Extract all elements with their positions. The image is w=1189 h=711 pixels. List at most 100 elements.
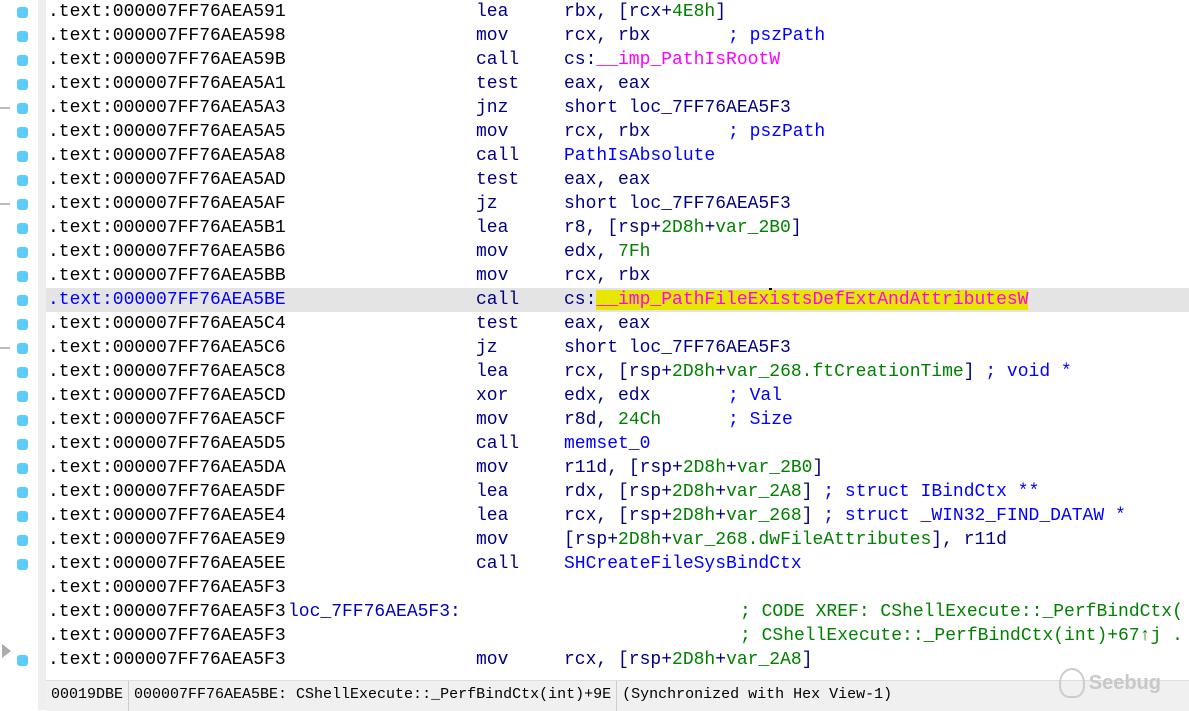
address: .text:000007FF76AEA5F3 — [48, 650, 286, 670]
flow-line — [0, 203, 10, 205]
mnemonic: lea — [476, 2, 509, 22]
listing-line[interactable]: .text:000007FF76AEA5D5 call memset_0 — [46, 432, 1189, 456]
operand-part[interactable]: __imp_PathFileEx — [596, 290, 770, 310]
breakpoint-dot-icon[interactable] — [17, 439, 28, 450]
disassembly-listing[interactable]: .text:000007FF76AEA591 lea rbx, [rcx+4E8h]… — [46, 0, 1189, 680]
listing-line[interactable]: .text:000007FF76AEA5A1 test eax, eax — [46, 72, 1189, 96]
address: .text:000007FF76AEA5E9 — [48, 530, 286, 550]
breakpoint-dot-icon[interactable] — [17, 391, 28, 402]
operand-part: ] — [963, 362, 975, 382]
address: .text:000007FF76AEA5BB — [48, 266, 286, 286]
operands: r8, [rsp+2D8h+var_2B0] — [564, 216, 802, 240]
mnemonic: mov — [476, 530, 509, 550]
listing-line[interactable]: .text:000007FF76AEA5C6 jz short loc_7FF76A… — [46, 336, 1189, 360]
mnemonic: mov — [476, 650, 509, 670]
listing-line[interactable]: .text:000007FF76AEA5F3 ; CShellExecute::_… — [46, 624, 1189, 648]
listing-line[interactable]: .text:000007FF76AEA5A3 jnz short loc_7FF76… — [46, 96, 1189, 120]
listing-line[interactable]: .text:000007FF76AEA598 mov rcx, rbx ; pszPa… — [46, 24, 1189, 48]
operand-part[interactable]: __imp_PathIsRootW — [596, 50, 780, 70]
listing-line[interactable]: .text:000007FF76AEA5E9 mov [rsp+2D8h+var_2… — [46, 528, 1189, 552]
operand-part: + — [726, 458, 737, 478]
breakpoint-dot-icon[interactable] — [17, 223, 28, 234]
mnemonic: call — [476, 290, 520, 310]
breakpoint-dot-icon[interactable] — [17, 295, 28, 306]
listing-line[interactable]: .text:000007FF76AEA5C4 test eax, eax — [46, 312, 1189, 336]
mnemonic: test — [476, 170, 520, 190]
operands: eax, eax — [564, 312, 650, 336]
address: .text:000007FF76AEA5DF — [48, 482, 286, 502]
breakpoint-dot-icon[interactable] — [17, 151, 28, 162]
breakpoint-dot-icon[interactable] — [17, 463, 28, 474]
breakpoint-dot-icon[interactable] — [17, 415, 28, 426]
listing-line[interactable]: .text:000007FF76AEA5AF jz short loc_7FF76A… — [46, 192, 1189, 216]
operand-part: rcx, rbx — [564, 26, 651, 46]
listing-line[interactable]: .text:000007FF76AEA5EE call SHCreateFileSy… — [46, 552, 1189, 576]
address: .text:000007FF76AEA5A3 — [48, 98, 286, 118]
listing-line[interactable]: .text:000007FF76AEA5CD xor edx, edx ; Val — [46, 384, 1189, 408]
breakpoint-dot-icon[interactable] — [17, 487, 28, 498]
comment: ; pszPath — [728, 26, 826, 46]
operands: rcx, rbx — [564, 264, 650, 288]
listing-line[interactable]: .text:000007FF76AEA5BB mov rcx, rbx — [46, 264, 1189, 288]
operand-part[interactable]: ; void * — [975, 362, 1071, 382]
listing-line[interactable]: .text:000007FF76AEA5F3 mov rcx, [rsp+2D8h+… — [46, 648, 1189, 672]
operand-part[interactable]: memset_0 — [564, 434, 650, 454]
operand-part[interactable]: PathIsAbsolute — [564, 146, 715, 166]
listing-line[interactable]: .text:000007FF76AEA591 lea rbx, [rcx+4E8h] — [46, 0, 1189, 24]
listing-line[interactable]: .text:000007FF76AEA5B6 mov edx, 7Fh — [46, 240, 1189, 264]
listing-line[interactable]: .text:000007FF76AEA5A5 mov rcx, rbx ; pszPa… — [46, 120, 1189, 144]
listing-line[interactable]: .text:000007FF76AEA5BE call cs:__imp_PathF… — [46, 288, 1189, 312]
operands: memset_0 — [564, 432, 650, 456]
operand-part: eax, eax — [564, 74, 651, 94]
operands: SHCreateFileSysBindCtx — [564, 552, 802, 576]
breakpoint-dot-icon[interactable] — [17, 55, 28, 66]
breakpoint-dot-icon[interactable] — [17, 199, 28, 210]
operand-part[interactable]: istsDefExtAndAttributesW — [769, 290, 1029, 310]
mnemonic: xor — [476, 386, 509, 406]
operand-part[interactable]: ; struct _WIN32_FIND_DATAW * — [813, 506, 1125, 526]
breakpoint-dot-icon[interactable] — [17, 103, 28, 114]
mnemonic: test — [476, 74, 520, 94]
breakpoint-dot-icon[interactable] — [17, 271, 28, 282]
breakpoint-dot-icon[interactable] — [17, 343, 28, 354]
address: .text:000007FF76AEA5BE — [48, 290, 286, 310]
listing-line[interactable]: .text:000007FF76AEA5DA mov r11d, [rsp+2D8h… — [46, 456, 1189, 480]
breakpoint-dot-icon[interactable] — [17, 535, 28, 546]
listing-line[interactable]: .text:000007FF76AEA5AD test eax, eax — [46, 168, 1189, 192]
breakpoint-dot-icon[interactable] — [17, 559, 28, 570]
operand-part: + — [715, 650, 727, 670]
comment: ; pszPath — [728, 122, 826, 142]
breakpoint-dot-icon[interactable] — [17, 127, 28, 138]
listing-line[interactable]: .text:000007FF76AEA5F3 loc_7FF76AEA5F3: ; … — [46, 600, 1189, 624]
operand-part: edx, — [564, 242, 619, 262]
listing-line[interactable]: .text:000007FF76AEA59B call cs:__imp_PathI… — [46, 48, 1189, 72]
listing-line[interactable]: .text:000007FF76AEA5C8 lea rcx, [rsp+2D8h+… — [46, 360, 1189, 384]
xref-comment[interactable]: ; CShellExecute::_PerfBindCtx(int)+67↑j … — [740, 624, 1183, 648]
breakpoint-dot-icon[interactable] — [17, 367, 28, 378]
mnemonic: mov — [476, 242, 509, 262]
mnemonic: jz — [476, 338, 498, 358]
breakpoint-dot-icon[interactable] — [17, 655, 28, 666]
listing-line[interactable]: .text:000007FF76AEA5B1 lea r8, [rsp+2D8h+v… — [46, 216, 1189, 240]
breakpoint-dot-icon[interactable] — [17, 319, 28, 330]
breakpoint-dot-icon[interactable] — [17, 511, 28, 522]
breakpoint-dot-icon[interactable] — [17, 7, 28, 18]
xref-comment[interactable]: ; CODE XREF: CShellExecute::_PerfBindCtx… — [740, 600, 1183, 624]
breakpoint-dot-icon[interactable] — [17, 175, 28, 186]
listing-line[interactable]: .text:000007FF76AEA5A8 call PathIsAbsolute — [46, 144, 1189, 168]
breakpoint-dot-icon[interactable] — [17, 247, 28, 258]
operand-part: eax, eax — [564, 314, 651, 334]
listing-line[interactable]: .text:000007FF76AEA5CF mov r8d, 24Ch ; Size — [46, 408, 1189, 432]
operand-part: 2D8h — [672, 506, 716, 526]
operand-part[interactable]: ; struct IBindCtx ** — [813, 482, 1039, 502]
code-label[interactable]: loc_7FF76AEA5F3: — [288, 600, 461, 624]
listing-line[interactable]: .text:000007FF76AEA5DF lea rdx, [rsp+2D8h+… — [46, 480, 1189, 504]
breakpoint-dot-icon[interactable] — [17, 79, 28, 90]
breakpoint-dot-icon[interactable] — [17, 31, 28, 42]
listing-line[interactable]: .text:000007FF76AEA5F3 — [46, 576, 1189, 600]
listing-line[interactable]: .text:000007FF76AEA5E4 lea rcx, [rsp+2D8h+… — [46, 504, 1189, 528]
operand-part[interactable]: SHCreateFileSysBindCtx — [564, 554, 802, 574]
file-offset: 00019DBE — [46, 681, 130, 711]
operand-part: rdx, [rsp+ — [564, 482, 673, 502]
operand-part: short loc_7FF76AEA5F3 — [564, 98, 791, 118]
